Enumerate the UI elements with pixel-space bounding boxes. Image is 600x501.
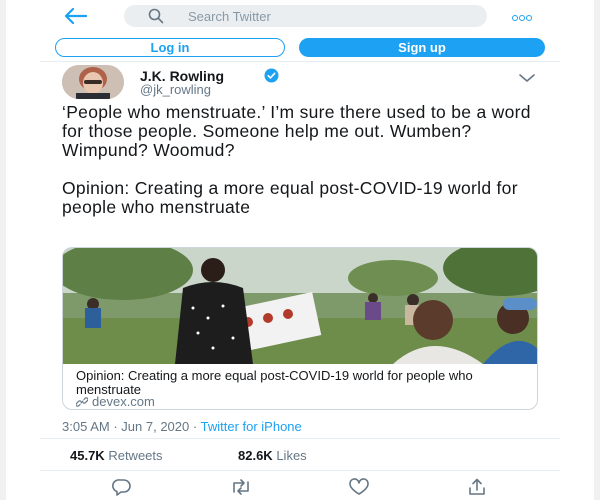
tweet-source[interactable]: Twitter for iPhone <box>201 419 302 434</box>
verified-badge-icon <box>264 68 279 83</box>
tweet-date[interactable]: Jun 7, 2020 <box>121 419 189 434</box>
tweet-text-link-paragraph: Opinion: Creating a more equal post-COVI… <box>62 177 518 217</box>
author-handle[interactable]: @jk_rowling <box>140 82 211 97</box>
retweets-count: 45.7K <box>70 448 105 463</box>
link-card[interactable]: Opinion: Creating a more equal post-COVI… <box>62 247 538 410</box>
divider <box>40 438 560 439</box>
login-button[interactable]: Log in <box>55 38 285 57</box>
card-domain-text: devex.com <box>92 394 155 409</box>
tweet-timestamp: 3:05 AM · Jun 7, 2020 · Twitter for iPho… <box>62 419 302 434</box>
retweet-icon[interactable] <box>230 478 250 496</box>
search-icon <box>148 8 164 24</box>
tweet-text: ‘People who menstruate.’ I’m sure there … <box>62 102 552 235</box>
divider <box>40 61 560 62</box>
right-edge <box>594 0 600 500</box>
likes-stat[interactable]: 82.6K Likes <box>238 448 307 463</box>
like-icon[interactable] <box>348 478 369 496</box>
tweet-time[interactable]: 3:05 AM <box>62 419 110 434</box>
meta-separator: · <box>192 419 198 434</box>
card-image <box>63 248 537 364</box>
signup-button[interactable]: Sign up <box>299 38 545 57</box>
meta-separator: · <box>113 419 118 434</box>
chevron-down-icon[interactable] <box>518 70 536 82</box>
card-title: Opinion: Creating a more equal post-COVI… <box>76 368 473 397</box>
left-edge <box>0 0 6 500</box>
retweets-label: Retweets <box>108 448 163 463</box>
likes-label: Likes <box>276 448 307 463</box>
back-arrow-icon[interactable] <box>62 6 88 26</box>
likes-count: 82.6K <box>238 448 273 463</box>
search-box[interactable] <box>124 5 487 27</box>
retweets-stat[interactable]: 45.7K Retweets <box>70 448 163 463</box>
share-icon[interactable] <box>467 478 487 496</box>
more-icon[interactable] <box>512 8 538 22</box>
tweet-text-paragraph: ‘People who menstruate.’ I’m sure there … <box>62 102 531 161</box>
top-bar <box>0 0 600 32</box>
card-domain: devex.com <box>75 394 155 409</box>
link-icon <box>75 397 89 407</box>
search-input[interactable] <box>188 7 468 25</box>
avatar[interactable] <box>62 65 124 99</box>
divider <box>40 470 560 471</box>
reply-icon[interactable] <box>112 478 132 496</box>
